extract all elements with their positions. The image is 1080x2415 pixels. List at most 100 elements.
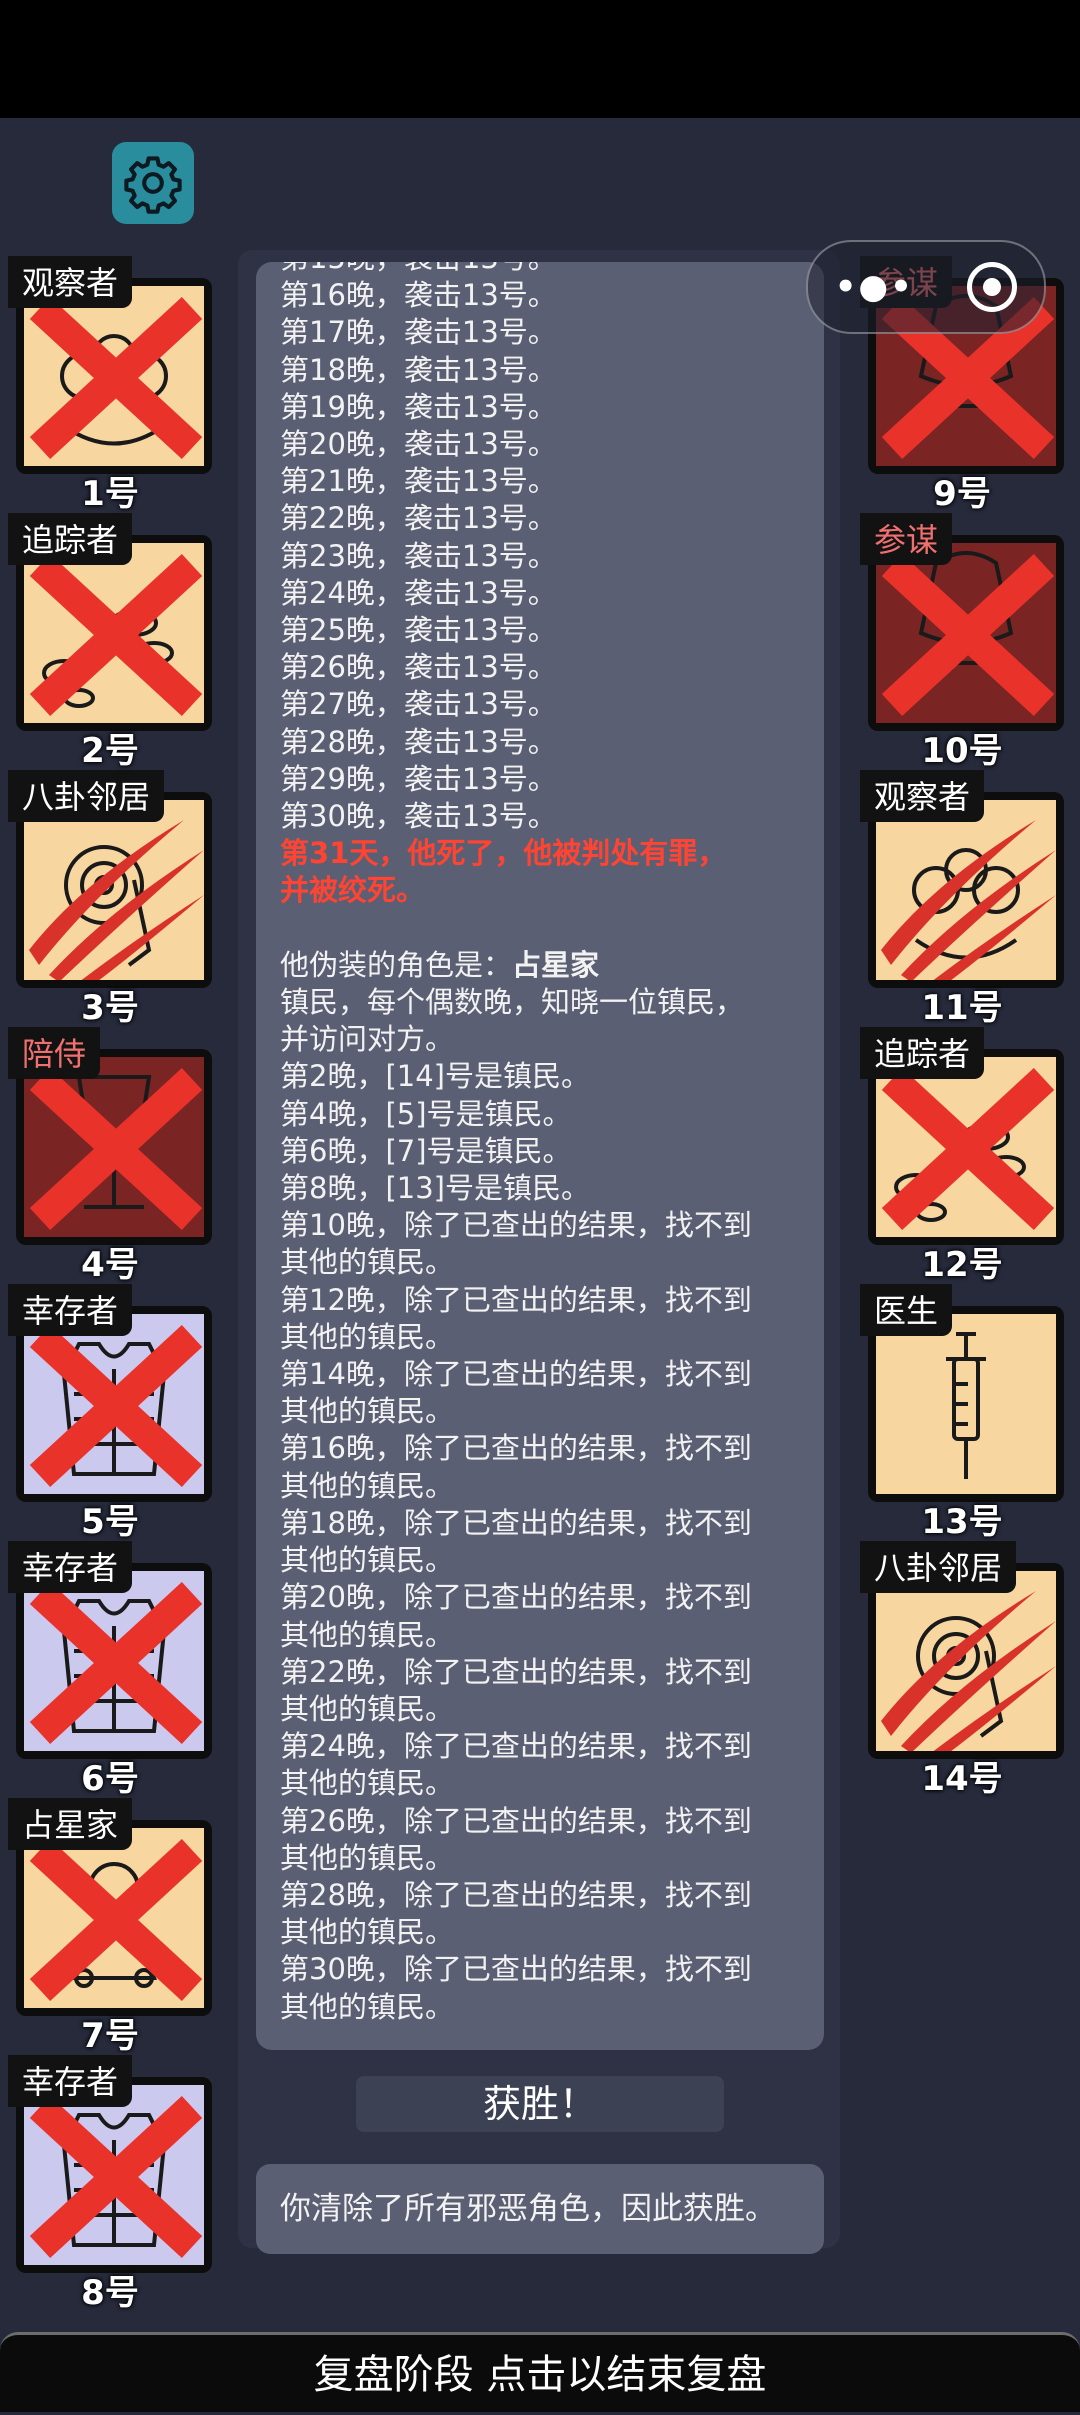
player-number: 5号	[81, 1502, 139, 1542]
player-role-label: 观察者	[860, 770, 985, 822]
player-card[interactable]: 八卦邻居 3号	[8, 770, 212, 1028]
player-card[interactable]: 陪侍 4号	[8, 1027, 212, 1285]
log-line: 第23晚，袭击13号。	[280, 538, 810, 575]
log-line-text: 第23晚，袭击13号。	[280, 538, 557, 573]
log-line-text: 其他的镇民。	[280, 1766, 455, 1801]
log-line: 第14晚，除了已查出的结果，找不到	[280, 1356, 810, 1393]
disguised-role-name: 占星家	[512, 947, 600, 982]
eliminated-cross-icon	[881, 553, 1055, 717]
astrologer-icon	[29, 1838, 203, 2002]
log-line: 第26晚，除了已查出的结果，找不到	[280, 1803, 810, 1840]
player-number: 7号	[81, 2016, 139, 2056]
player-card[interactable]: 医生 13号	[860, 1284, 1064, 1542]
log-line: 其他的镇民。	[280, 1617, 810, 1654]
game-log[interactable]: 第15晚，袭击13号。第16晚，袭击13号。第17晚，袭击13号。第18晚，袭击…	[256, 262, 824, 2050]
log-line-text: 第15晚，袭击13号。	[280, 262, 557, 275]
observer-icon	[29, 296, 203, 460]
log-line-text: 第30晚，除了已查出的结果，找不到	[280, 1952, 752, 1987]
log-line-text: 第20晚，袭击13号。	[280, 427, 557, 462]
more-menu-icon[interactable]: •●•	[835, 267, 914, 307]
log-line: 第22晚，袭击13号。	[280, 500, 810, 537]
log-line-text: 第22晚，袭击13号。	[280, 501, 557, 536]
log-line: 并被绞死。	[280, 872, 810, 909]
log-line-text: 第18晚，袭击13号。	[280, 352, 557, 387]
log-line-text: 其他的镇民。	[280, 1915, 455, 1950]
player-number: 8号	[81, 2273, 139, 2313]
player-portrait	[876, 800, 1056, 980]
log-line-text: 第25晚，袭击13号。	[280, 613, 557, 648]
advisor-icon	[881, 551, 1055, 717]
player-card[interactable]: 追踪者 2号	[8, 513, 212, 771]
log-line: 第27晚，袭击13号。	[280, 686, 810, 723]
log-line-text: 其他的镇民。	[280, 1468, 455, 1503]
log-line-text: 第27晚，袭击13号。	[280, 687, 557, 722]
claw-marks-icon	[881, 820, 1056, 980]
player-number: 4号	[81, 1245, 139, 1285]
close-target-icon[interactable]	[967, 262, 1018, 312]
log-line-text: 第22晚，除了已查出的结果，找不到	[280, 1654, 752, 1689]
player-portrait	[24, 1057, 204, 1237]
log-line-text: 其他的镇民。	[280, 1691, 455, 1726]
observer-icon	[881, 820, 1056, 980]
player-portrait	[24, 2085, 204, 2265]
log-line: 第28晚，除了已查出的结果，找不到	[280, 1877, 810, 1914]
player-portrait	[876, 1057, 1056, 1237]
log-line: 第16晚，袭击13号。	[280, 277, 810, 314]
survivor-vest-icon	[29, 1581, 203, 1745]
log-line: 第31天，他死了，他被判处有罪，	[280, 835, 810, 872]
player-number: 2号	[81, 731, 139, 771]
eliminated-cross-icon	[29, 1838, 203, 2002]
log-line: 第17晚，袭击13号。	[280, 314, 810, 351]
survivor-vest-icon	[29, 2095, 203, 2259]
log-line: 其他的镇民。	[280, 1244, 810, 1281]
log-line-text: 第24晚，袭击13号。	[280, 575, 557, 610]
settings-button[interactable]	[112, 142, 194, 224]
log-line-text: 第16晚，袭击13号。	[280, 278, 557, 313]
log-line: 第22晚，除了已查出的结果，找不到	[280, 1654, 810, 1691]
player-number: 13号	[921, 1502, 1003, 1542]
log-line: 第12晚，除了已查出的结果，找不到	[280, 1282, 810, 1319]
log-line-text: 其他的镇民。	[280, 1617, 455, 1652]
log-line-text: 第26晚，除了已查出的结果，找不到	[280, 1803, 752, 1838]
player-card[interactable]: 观察者 1号	[8, 256, 212, 514]
log-line: 其他的镇民。	[280, 1319, 810, 1356]
survivor-vest-icon	[29, 1324, 203, 1488]
log-line-text: 其他的镇民。	[280, 1840, 455, 1875]
log-line: 第25晚，袭击13号。	[280, 612, 810, 649]
log-line-text: 并被绞死。	[280, 873, 426, 908]
player-number: 9号	[933, 474, 991, 514]
end-review-button[interactable]: 复盘阶段 点击以结束复盘	[0, 2332, 1080, 2412]
player-card[interactable]: 八卦邻居 14号	[860, 1541, 1064, 1799]
player-card[interactable]: 观察者 11号	[860, 770, 1064, 1028]
log-line: 其他的镇民。	[280, 1840, 810, 1877]
player-role-label: 陪侍	[8, 1027, 101, 1079]
log-line: 第20晚，除了已查出的结果，找不到	[280, 1579, 810, 1616]
player-card[interactable]: 幸存者 5号	[8, 1284, 212, 1542]
log-line-text: 第24晚，除了已查出的结果，找不到	[280, 1729, 752, 1764]
status-bar	[0, 0, 1080, 118]
player-card[interactable]: 追踪者 12号	[860, 1027, 1064, 1285]
log-line: 其他的镇民。	[280, 1914, 810, 1951]
player-card[interactable]: 幸存者 8号	[8, 2055, 212, 2313]
eliminated-cross-icon	[29, 553, 203, 717]
player-number: 1号	[81, 474, 139, 514]
player-portrait	[876, 1571, 1056, 1751]
player-card[interactable]: 参谋 10号	[860, 513, 1064, 771]
player-role-label: 观察者	[8, 256, 133, 308]
gossip-neighbor-icon	[881, 1591, 1056, 1751]
player-number: 3号	[81, 988, 139, 1028]
log-line: 第20晚，袭击13号。	[280, 426, 810, 463]
player-card[interactable]: 占星家 7号	[8, 1798, 212, 2056]
player-portrait	[24, 286, 204, 466]
log-line: 第18晚，除了已查出的结果，找不到	[280, 1505, 810, 1542]
log-line: 第24晚，除了已查出的结果，找不到	[280, 1728, 810, 1765]
player-number: 11号	[921, 988, 1003, 1028]
log-line: 其他的镇民。	[280, 1691, 810, 1728]
log-line-text: 第2晚，[14]号是镇民。	[280, 1059, 590, 1094]
log-line: 第28晚，袭击13号。	[280, 724, 810, 761]
log-line-text: 第6晚，[7]号是镇民。	[280, 1133, 572, 1168]
log-line: 第30晚，除了已查出的结果，找不到	[280, 1951, 810, 1988]
player-card[interactable]: 幸存者 6号	[8, 1541, 212, 1799]
log-line-text: 其他的镇民。	[280, 1245, 455, 1280]
log-line: 第16晚，除了已查出的结果，找不到	[280, 1430, 810, 1467]
